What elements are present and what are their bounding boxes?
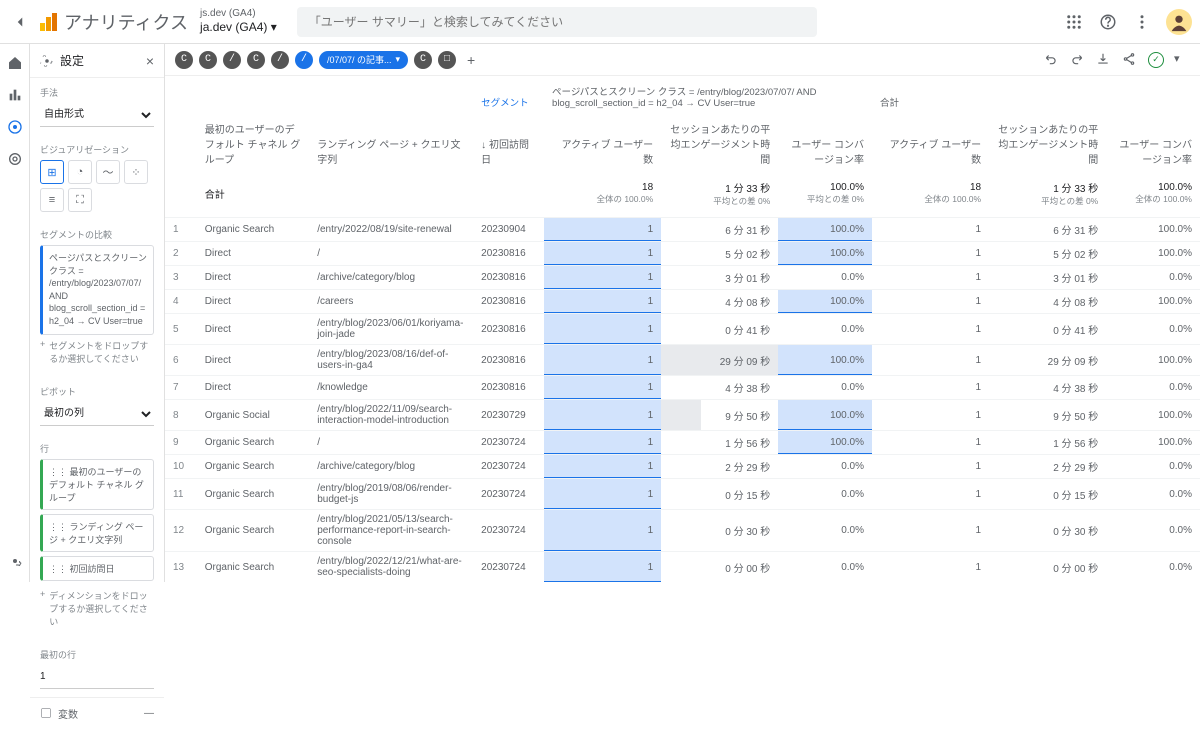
- table-row[interactable]: 5Direct/entry/blog/2023/06/01/koriyama-j…: [165, 314, 1200, 345]
- col-conversion-a[interactable]: ユーザー コンバージョン率: [778, 117, 872, 170]
- undo-icon[interactable]: [1044, 52, 1060, 68]
- apps-icon[interactable]: [1064, 12, 1084, 32]
- col-channel[interactable]: 最初のユーザーのデフォルト チャネル グループ: [197, 117, 309, 170]
- viz-line-icon[interactable]: 〜: [96, 160, 120, 184]
- ga-logo: アナリティクス: [40, 9, 188, 35]
- tab-chip[interactable]: □: [438, 51, 456, 69]
- help-icon[interactable]: [1098, 12, 1118, 32]
- totals-row: 合計 18全体の 100.0% 1 分 33 秒平均との差 0% 100.0%平…: [165, 170, 1200, 218]
- home-icon[interactable]: [6, 54, 24, 72]
- viz-table-icon[interactable]: ⊞: [40, 160, 64, 184]
- viz-bar-icon[interactable]: ≡: [40, 188, 64, 212]
- status-ok-icon: ✓: [1148, 52, 1164, 68]
- table-row[interactable]: 2Direct/2023081615 分 02 秒100.0%15 分 02 秒…: [165, 242, 1200, 266]
- tab-chip[interactable]: C: [247, 51, 265, 69]
- variables-footer[interactable]: 変数 —: [30, 697, 164, 729]
- row-dimension-card[interactable]: ⋮⋮ ランディング ページ + クエリ文字列: [40, 514, 154, 552]
- active-tab-label[interactable]: /07/07/ の記事... ▾: [319, 51, 408, 69]
- toolbar: CC/C/ / /07/07/ の記事... ▾ C□ + ✓ ▾: [165, 44, 1200, 76]
- back-button[interactable]: [8, 10, 32, 34]
- viz-geo-icon[interactable]: ⛶: [68, 188, 92, 212]
- download-icon[interactable]: [1096, 52, 1112, 68]
- tab-chip[interactable]: C: [175, 51, 193, 69]
- table-row[interactable]: 10Organic Search/archive/category/blog20…: [165, 455, 1200, 479]
- tab-chip[interactable]: C: [414, 51, 432, 69]
- segment-drop[interactable]: +セグメントをドロップするか選択してください: [40, 335, 154, 369]
- table-row[interactable]: 9Organic Search/2023072411 分 56 秒100.0%1…: [165, 431, 1200, 455]
- ads-icon[interactable]: [6, 150, 24, 168]
- method-select[interactable]: 自由形式: [40, 103, 154, 127]
- col-active-users-b[interactable]: アクティブ ユーザー数: [872, 117, 989, 170]
- more-icon[interactable]: [1132, 12, 1152, 32]
- more-options-icon[interactable]: ▾: [1174, 52, 1190, 68]
- row-dimension-card[interactable]: ⋮⋮ 最初のユーザーのデフォルト チャネル グループ: [40, 459, 154, 510]
- viz-donut-icon[interactable]: ◔: [68, 160, 92, 184]
- col-conversion-b[interactable]: ユーザー コンバージョン率: [1106, 117, 1200, 170]
- col-active-users-a[interactable]: アクティブ ユーザー数: [544, 117, 661, 170]
- admin-icon[interactable]: [6, 552, 24, 570]
- settings-panel: 設定 × 手法 自由形式 ビジュアリゼーション ⊞ ◔ 〜 ⁘ ≡ ⛶ セグメン…: [30, 44, 165, 582]
- col-engagement-a[interactable]: セッションあたりの平均エンゲージメント時間: [661, 117, 778, 170]
- close-icon[interactable]: ×: [146, 53, 154, 69]
- tab-chip[interactable]: /: [223, 51, 241, 69]
- table-row[interactable]: 6Direct/entry/blog/2023/08/16/def-of-use…: [165, 345, 1200, 376]
- search-input[interactable]: [297, 7, 817, 37]
- pivot-select[interactable]: 最初の列: [40, 402, 154, 426]
- nav-rail: [0, 44, 30, 582]
- share-icon[interactable]: [1122, 52, 1138, 68]
- property-selector[interactable]: js.dev (GA4) ja.dev (GA4) ▾: [200, 8, 277, 34]
- redo-icon[interactable]: [1070, 52, 1086, 68]
- settings-title: 設定: [40, 52, 84, 69]
- table-row[interactable]: 3Direct/archive/category/blog2023081613 …: [165, 266, 1200, 290]
- app-header: アナリティクス js.dev (GA4) ja.dev (GA4) ▾: [0, 0, 1200, 44]
- search-box: [297, 7, 817, 37]
- avatar[interactable]: [1166, 9, 1192, 35]
- tab-chip[interactable]: C: [199, 51, 217, 69]
- exploration-table: セグメント ページパスとスクリーン クラス = /entry/blog/2023…: [165, 76, 1200, 582]
- col-first-visit[interactable]: ↓ 初回訪問日: [473, 117, 544, 170]
- table-row[interactable]: 12Organic Search/entry/blog/2021/05/13/s…: [165, 510, 1200, 552]
- first-row-input[interactable]: [40, 665, 154, 689]
- viz-scatter-icon[interactable]: ⁘: [124, 160, 148, 184]
- table-row[interactable]: 11Organic Search/entry/blog/2019/08/06/r…: [165, 479, 1200, 510]
- table-row[interactable]: 8Organic Social/entry/blog/2022/11/09/se…: [165, 400, 1200, 431]
- col-engagement-b[interactable]: セッションあたりの平均エンゲージメント時間: [989, 117, 1106, 170]
- table-row[interactable]: 13Organic Search/entry/blog/2022/12/21/w…: [165, 552, 1200, 583]
- table-row[interactable]: 7Direct/knowledge2023081614 分 38 秒0.0%14…: [165, 376, 1200, 400]
- reports-icon[interactable]: [6, 86, 24, 104]
- segment-card[interactable]: ページパスとスクリーン クラス = /entry/blog/2023/07/07…: [40, 245, 154, 335]
- dimension-drop[interactable]: +ディメンションをドロップするか選択してください: [40, 585, 154, 632]
- row-dimension-card[interactable]: ⋮⋮ 初回訪問日: [40, 556, 154, 581]
- table-row[interactable]: 1Organic Search/entry/2022/08/19/site-re…: [165, 218, 1200, 242]
- brand-name: アナリティクス: [64, 9, 188, 35]
- active-tab-chip[interactable]: /: [295, 51, 313, 69]
- table-row[interactable]: 4Direct/careers2023081614 分 08 秒100.0%14…: [165, 290, 1200, 314]
- canvas: CC/C/ / /07/07/ の記事... ▾ C□ + ✓ ▾: [165, 44, 1200, 582]
- add-tab-button[interactable]: +: [462, 51, 480, 69]
- tab-chip[interactable]: /: [271, 51, 289, 69]
- explore-icon[interactable]: [6, 118, 24, 136]
- col-landing[interactable]: ランディング ページ + クエリ文字列: [309, 117, 473, 170]
